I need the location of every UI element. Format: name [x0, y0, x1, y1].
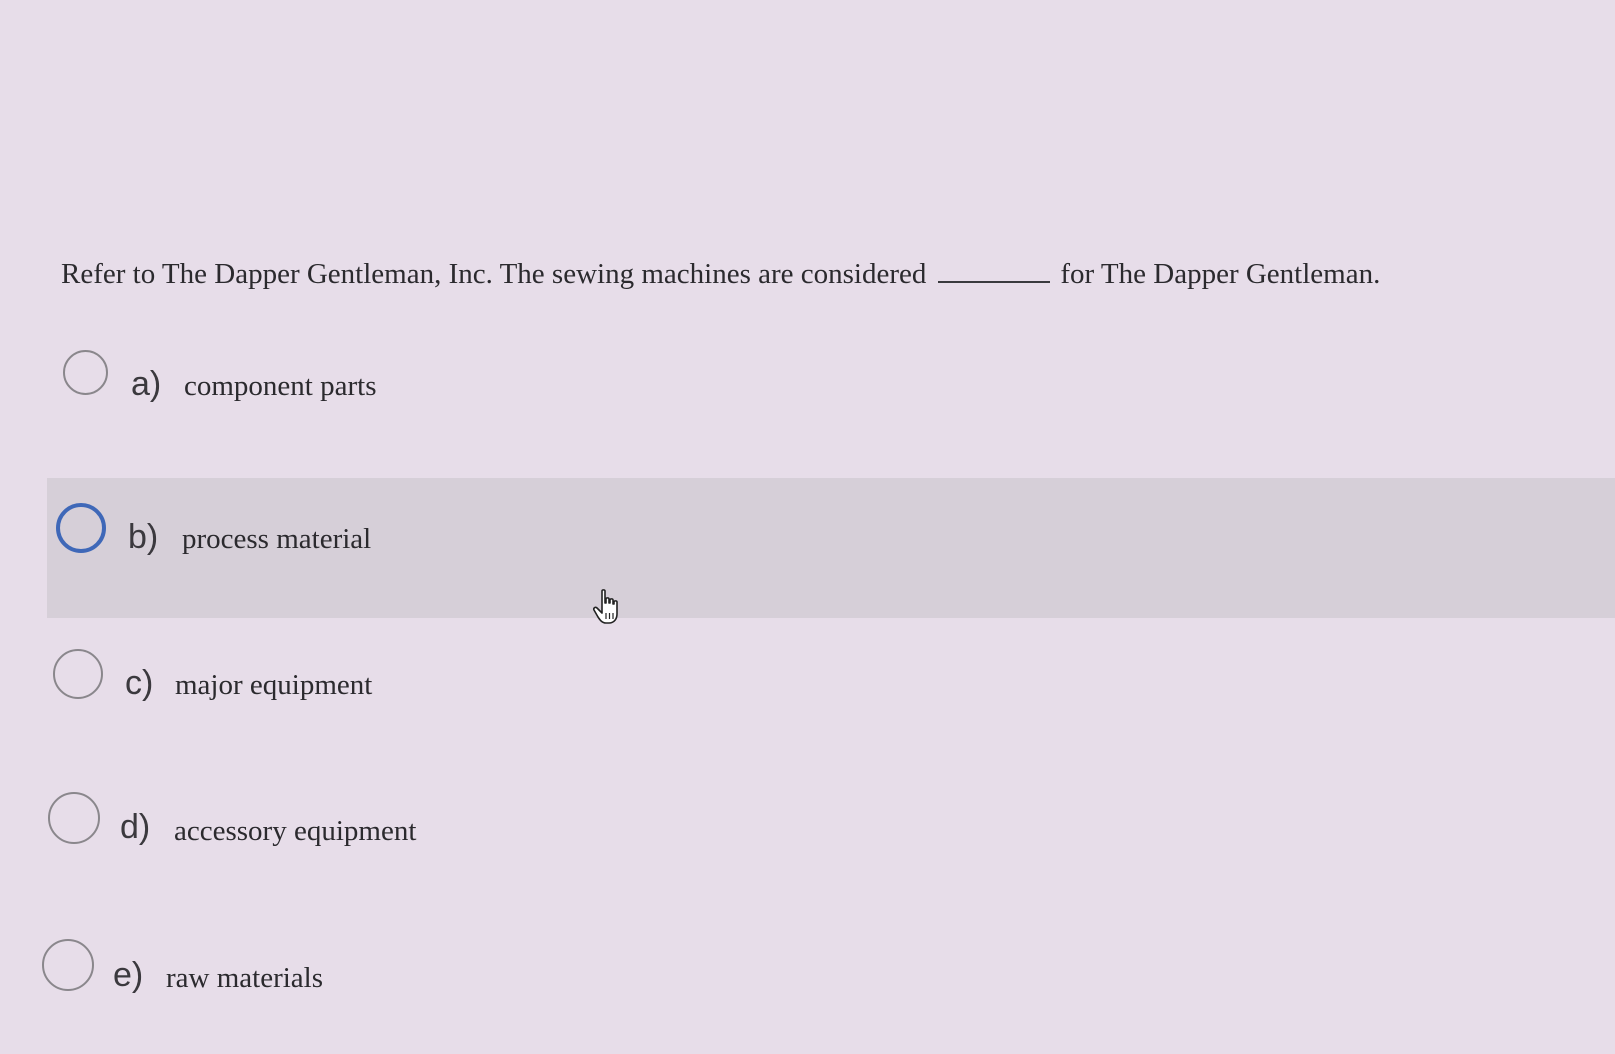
- answer-blank: [938, 261, 1051, 283]
- question-text-before: Refer to The Dapper Gentleman, Inc. The …: [61, 258, 927, 290]
- option-text-e: raw materials: [166, 962, 324, 994]
- question-text-after: for The Dapper Gentleman.: [1060, 258, 1381, 290]
- radio-b-icon[interactable]: [56, 503, 106, 553]
- option-text-d: accessory equipment: [174, 815, 417, 847]
- radio-c-icon[interactable]: [53, 649, 103, 699]
- option-text-b: process material: [182, 523, 372, 555]
- option-e[interactable]: e) raw materials: [0, 914, 1615, 1054]
- option-c[interactable]: c) major equipment: [0, 622, 1615, 762]
- radio-e-icon[interactable]: [42, 939, 94, 991]
- radio-d-icon[interactable]: [48, 792, 100, 844]
- option-letter-b: b): [128, 518, 159, 556]
- option-letter-e: e): [113, 956, 144, 994]
- option-letter-a: a): [131, 365, 162, 403]
- option-letter-d: d): [120, 808, 151, 846]
- option-text-a: component parts: [184, 370, 377, 402]
- hand-pointer-icon: [593, 589, 618, 624]
- option-text-c: major equipment: [175, 669, 373, 701]
- option-letter-c: c): [125, 664, 154, 702]
- question-text: Refer to The Dapper Gentleman, Inc. The …: [61, 258, 1380, 291]
- option-b[interactable]: b) process material: [47, 478, 1615, 618]
- option-a[interactable]: a) component parts: [0, 335, 1615, 475]
- radio-a-icon[interactable]: [63, 350, 108, 395]
- option-d[interactable]: d) accessory equipment: [0, 768, 1615, 908]
